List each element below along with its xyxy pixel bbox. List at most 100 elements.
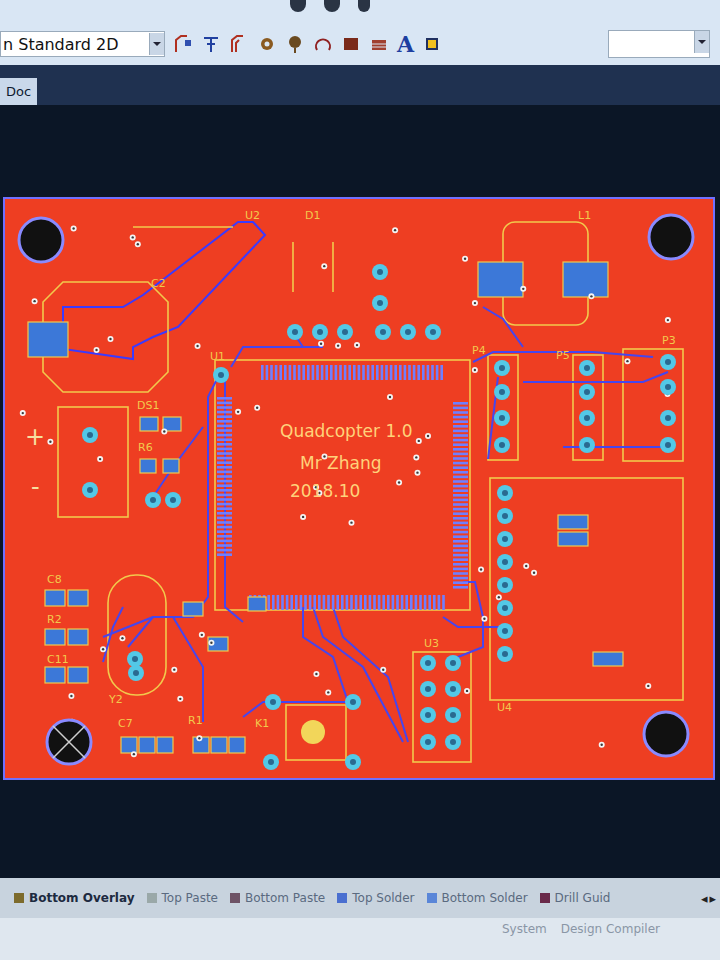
pin <box>453 494 468 497</box>
via-ring <box>196 735 202 741</box>
layer-tab[interactable]: Top Paste <box>143 887 222 909</box>
pin <box>217 526 232 529</box>
pin-icon[interactable] <box>358 0 370 12</box>
smd-pad <box>140 417 158 431</box>
pin <box>453 522 468 525</box>
via <box>392 227 398 233</box>
interactive-route-icon[interactable] <box>173 34 193 54</box>
pad-ring <box>372 295 388 311</box>
pad-ring <box>263 754 279 770</box>
pad-ring <box>127 651 143 667</box>
status-panel-button[interactable]: System <box>502 922 547 960</box>
pin <box>367 365 370 380</box>
pin <box>453 485 468 488</box>
pad-ring <box>420 707 436 723</box>
arc-icon[interactable] <box>313 34 333 54</box>
via-hole <box>109 338 111 340</box>
via-icon[interactable] <box>285 34 305 54</box>
through-pad <box>445 655 461 671</box>
u1-pins <box>217 365 468 610</box>
string-tool-button[interactable]: A <box>397 31 414 57</box>
layer-tab[interactable]: Top Solder <box>333 887 418 909</box>
through-pad <box>497 531 513 547</box>
via <box>413 454 419 460</box>
via <box>387 394 393 400</box>
through-pad <box>445 707 461 723</box>
through-pad <box>660 410 676 426</box>
via-hole <box>647 685 649 687</box>
diff-pair-icon[interactable] <box>229 34 249 54</box>
via-hole <box>398 481 400 483</box>
via-hole <box>121 637 123 639</box>
via-hole <box>590 295 592 297</box>
view-mode-dropdown[interactable]: n Standard 2D <box>0 31 165 57</box>
pin <box>404 365 407 380</box>
layer-scroll-arrows: ◂▸ <box>701 891 716 906</box>
pin <box>415 595 418 610</box>
silk-lines <box>133 227 333 292</box>
via-ring <box>300 514 306 520</box>
designator-label: R6 <box>138 441 153 454</box>
pin <box>217 429 232 432</box>
pad-ring <box>497 508 513 524</box>
smd-pad <box>68 629 88 645</box>
multi-route-icon[interactable] <box>201 34 221 54</box>
pin <box>261 365 264 380</box>
hole-cross-icon <box>53 726 85 758</box>
pin <box>438 595 441 610</box>
pcb-canvas[interactable]: Quadcopter 1.0Mr Zhang2018.10U2D1L1C2DS1… <box>0 105 720 878</box>
k1-outline <box>286 705 346 760</box>
scroll-arrow-button[interactable]: ▸ <box>709 891 716 906</box>
pad-hole <box>499 389 505 395</box>
via-hole <box>483 618 485 620</box>
pad-icon[interactable] <box>257 34 277 54</box>
via <box>196 735 202 741</box>
nav-back-icon[interactable] <box>290 0 306 12</box>
through-pad <box>145 492 161 508</box>
fill-icon[interactable] <box>341 34 361 54</box>
via <box>199 632 205 638</box>
layer-tab[interactable]: Bottom Solder <box>423 887 532 909</box>
via-hole <box>427 435 429 437</box>
layer-tab[interactable]: Drill Guid <box>536 887 615 909</box>
via-hole <box>415 456 417 458</box>
pin <box>431 365 434 380</box>
pad-hole <box>380 329 386 335</box>
polygon-icon[interactable] <box>369 34 389 54</box>
component-icon[interactable] <box>422 34 442 54</box>
silkscreen-title: Quadcopter 1.0 <box>280 421 412 441</box>
via-hole <box>394 229 396 231</box>
layer-tab[interactable]: Bottom Overlay <box>10 887 139 909</box>
via <box>321 263 327 269</box>
pin <box>217 448 232 451</box>
pin <box>217 420 232 423</box>
via-hole <box>626 360 628 362</box>
pin <box>399 365 402 380</box>
via-ring <box>135 241 141 247</box>
through-pad <box>445 681 461 697</box>
via <box>107 336 113 342</box>
pin <box>277 595 280 610</box>
pin <box>381 365 384 380</box>
smd-pad <box>558 515 588 529</box>
pin <box>453 407 468 410</box>
hole-circle <box>19 218 63 262</box>
pin <box>217 498 232 501</box>
through-pad <box>494 410 510 426</box>
pin <box>408 365 411 380</box>
layer-tab[interactable]: Bottom Paste <box>226 887 329 909</box>
pad-ring <box>400 324 416 340</box>
nav-forward-icon[interactable] <box>324 0 340 12</box>
pad-ring <box>497 600 513 616</box>
smd-pad <box>140 459 156 473</box>
pad-hole <box>502 490 508 496</box>
hole-circle <box>47 720 91 764</box>
via-ring <box>335 343 341 349</box>
via-hole <box>137 243 139 245</box>
layer-dropdown[interactable] <box>608 30 710 58</box>
via-hole <box>389 396 391 398</box>
pcb-board[interactable]: Quadcopter 1.0Mr Zhang2018.10U2D1L1C2DS1… <box>3 197 715 780</box>
status-panel-button[interactable]: Design Compiler <box>561 922 660 960</box>
document-tab[interactable]: Doc <box>0 78 37 105</box>
scroll-arrow-button[interactable]: ◂ <box>701 891 708 906</box>
